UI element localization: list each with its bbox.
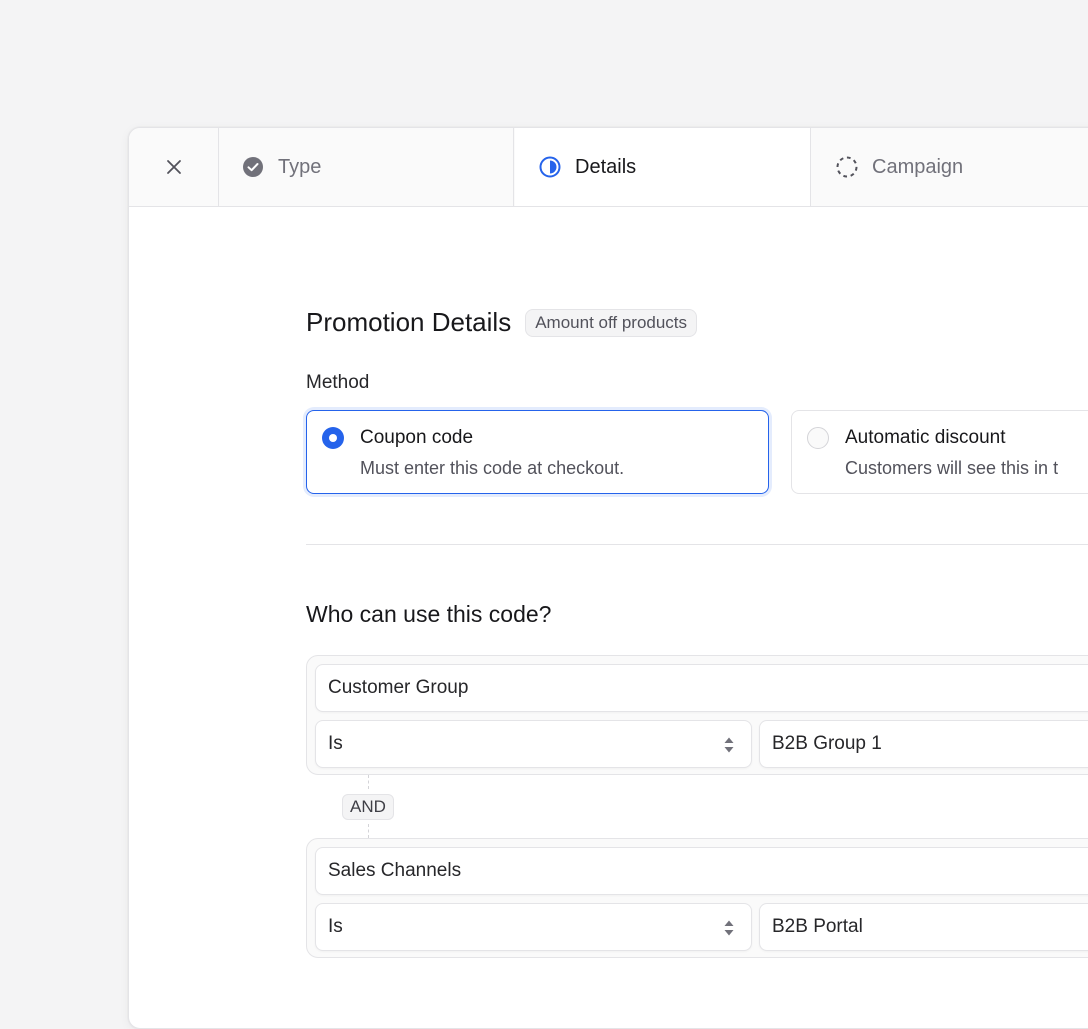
condition-operator-text: Is (328, 916, 343, 937)
section-divider (306, 544, 1088, 545)
condition-group-customer-group: Customer Group Is B2B Group 1 (306, 655, 1088, 775)
tab-label: Details (575, 155, 637, 178)
radio-selected[interactable] (322, 427, 344, 449)
condition-attribute-text: Sales Channels (328, 860, 462, 881)
condition-operator-select[interactable]: Is (315, 720, 752, 768)
condition-value-field[interactable]: B2B Group 1 (759, 720, 1088, 768)
check-circle-icon (242, 156, 264, 178)
condition-value-field[interactable]: B2B Portal (759, 903, 1088, 951)
radio-unselected[interactable] (807, 427, 829, 449)
heading-row: Promotion Details Amount off products (306, 307, 698, 338)
tab-label: Type (278, 155, 322, 178)
condition-operator-select[interactable]: Is (315, 903, 752, 951)
and-badge: AND (342, 794, 394, 820)
promotion-type-badge: Amount off products (525, 308, 698, 337)
method-option-title: Coupon code (360, 427, 474, 448)
dashed-circle-icon (836, 156, 858, 178)
method-option-coupon-code[interactable]: Coupon code Must enter this code at chec… (306, 410, 769, 494)
close-button[interactable] (129, 128, 219, 206)
condition-value-text: B2B Portal (772, 916, 863, 937)
condition-connector-line (368, 824, 369, 838)
condition-attribute-text: Customer Group (328, 677, 469, 698)
method-option-description: Must enter this code at checkout. (360, 458, 625, 478)
condition-group-sales-channels: Sales Channels Is B2B Portal (306, 838, 1088, 958)
who-can-use-title: Who can use this code? (306, 601, 552, 627)
step-tabs: Type Details Campaign (129, 128, 1088, 207)
chevron-up-down-icon (724, 920, 734, 936)
page-title: Promotion Details (306, 307, 512, 337)
condition-operator-text: Is (328, 733, 343, 754)
tab-label: Campaign (872, 155, 964, 178)
method-option-automatic-discount[interactable]: Automatic discount Customers will see th… (791, 410, 1088, 494)
condition-connector-line (368, 775, 369, 789)
method-option-description: Customers will see this in t (845, 458, 1059, 478)
close-icon (166, 160, 181, 174)
tab-campaign[interactable]: Campaign (812, 128, 1088, 206)
method-label: Method (306, 372, 370, 393)
tab-type[interactable]: Type (218, 128, 514, 206)
promotion-wizard-panel: Type Details Campaign Promotion Details (128, 127, 1088, 1029)
half-circle-progress-icon (539, 156, 561, 178)
condition-attribute-field[interactable]: Sales Channels (315, 847, 1088, 895)
tab-details[interactable]: Details (515, 128, 811, 206)
chevron-up-down-icon (724, 737, 734, 753)
condition-attribute-field[interactable]: Customer Group (315, 664, 1088, 712)
condition-value-text: B2B Group 1 (772, 733, 882, 754)
method-option-title: Automatic discount (845, 427, 1006, 448)
